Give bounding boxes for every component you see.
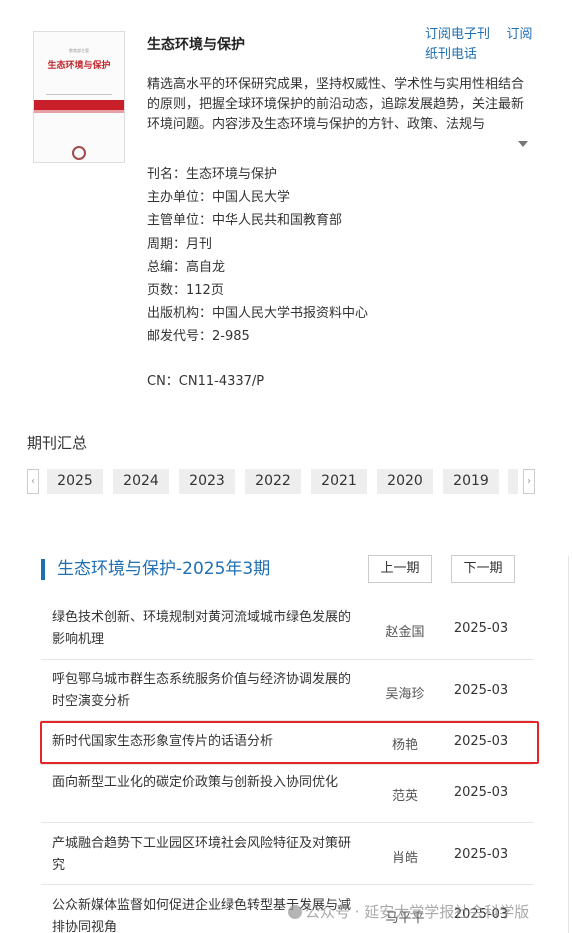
highlight-box bbox=[40, 721, 539, 764]
cover-rule bbox=[46, 94, 112, 95]
year-selector: ‹ 2025 2024 2023 2022 2021 2020 2019 › bbox=[27, 469, 537, 494]
article-date: 2025-03 bbox=[453, 683, 509, 698]
year-tab-2025[interactable]: 2025 bbox=[47, 469, 103, 494]
meta-pages: 页数：112页 bbox=[147, 283, 224, 299]
article-author: 赵金国 bbox=[385, 625, 425, 640]
article-row[interactable]: 绿色技术创新、环境规制对黄河流域城市绿色发展的影响机理 赵金国 2025-03 bbox=[41, 597, 533, 660]
meta-sponsor: 主办单位：中国人民大学 bbox=[147, 190, 291, 206]
next-issue-button[interactable]: 下一期 bbox=[451, 555, 515, 583]
cover-seal-logo bbox=[72, 146, 86, 160]
article-row[interactable]: 产城融合趋势下工业园区环境社会风险特征及对策研究 肖皓 2025-03 bbox=[41, 823, 533, 885]
watermark: 公众号 · 延安大学学报社会科学版 bbox=[288, 901, 529, 922]
year-tab-2021[interactable]: 2021 bbox=[311, 469, 367, 494]
article-title[interactable]: 产城融合趋势下工业园区环境社会风险特征及对策研究 bbox=[52, 833, 362, 877]
article-author: 肖皓 bbox=[391, 851, 418, 866]
cover-red-band bbox=[34, 100, 124, 110]
chevron-right-icon[interactable]: › bbox=[523, 469, 535, 494]
year-tab-2022[interactable]: 2022 bbox=[245, 469, 301, 494]
wechat-icon bbox=[288, 905, 302, 919]
journal-meta: 刊名：生态环境与保护 主办单位：中国人民大学 主管单位：中华人民共和国教育部 周… bbox=[147, 163, 368, 349]
meta-supervisor: 主管单位：中华人民共和国教育部 bbox=[147, 213, 343, 229]
year-tab-2020[interactable]: 2020 bbox=[377, 469, 433, 494]
chevron-left-icon[interactable]: ‹ bbox=[27, 469, 39, 494]
panel-divider bbox=[568, 556, 569, 933]
journal-description: 精选高水平的环保研究成果，坚持权威性、学术性与实用性相结合的原则，把握全球环境保… bbox=[147, 77, 525, 132]
meta-postal-code: 邮发代号：2-985 bbox=[147, 329, 250, 345]
article-row[interactable]: 面向新型工业化的碳定价政策与创新投入协同优化 范英 2025-03 bbox=[41, 765, 533, 823]
article-title[interactable]: 呼包鄂乌城市群生态系统服务价值与经济协调发展的时空演变分析 bbox=[52, 669, 362, 713]
meta-cn: CN：CN11-4337/P bbox=[147, 374, 265, 389]
meta-publisher: 出版机构：中国人民大学书报资料中心 bbox=[147, 306, 369, 322]
article-date: 2025-03 bbox=[453, 847, 509, 862]
subscribe-links: 订阅电子刊 订阅纸刊电话 bbox=[425, 25, 535, 65]
article-title[interactable]: 面向新型工业化的碳定价政策与创新投入协同优化 bbox=[52, 772, 362, 794]
article-date: 2025-03 bbox=[453, 785, 509, 800]
watermark-text: 公众号 · 延安大学学报社会科学版 bbox=[305, 903, 530, 921]
meta-period: 周期：月刊 bbox=[147, 236, 213, 252]
article-row[interactable]: 呼包鄂乌城市群生态系统服务价值与经济协调发展的时空演变分析 吴海珍 2025-0… bbox=[41, 660, 533, 721]
article-title[interactable]: 绿色技术创新、环境规制对黄河流域城市绿色发展的影响机理 bbox=[52, 607, 362, 651]
cover-title: 生态环境与保护 bbox=[47, 61, 111, 71]
summary-heading: 期刊汇总 bbox=[27, 434, 88, 452]
issue-accent-bar bbox=[41, 559, 45, 580]
year-tab-2024[interactable]: 2024 bbox=[113, 469, 169, 494]
expand-description-icon[interactable] bbox=[518, 141, 528, 147]
meta-editor: 总编：高自龙 bbox=[147, 259, 226, 275]
article-author: 吴海珍 bbox=[385, 687, 425, 702]
prev-issue-button[interactable]: 上一期 bbox=[368, 555, 432, 583]
article-author: 范英 bbox=[391, 789, 418, 804]
year-tab-2023[interactable]: 2023 bbox=[179, 469, 235, 494]
subscribe-electronic-link[interactable]: 订阅电子刊 bbox=[425, 27, 490, 42]
journal-cover-image: 教育部主管 生态环境与保护 bbox=[33, 31, 125, 163]
meta-name: 刊名：生态环境与保护 bbox=[147, 167, 278, 182]
year-tab-2019[interactable]: 2019 bbox=[443, 469, 499, 494]
issue-title: 生态环境与保护-2025年3期 bbox=[57, 559, 271, 579]
article-date: 2025-03 bbox=[453, 621, 509, 636]
cover-pink-band bbox=[34, 110, 124, 113]
cover-top-text: 教育部主管 bbox=[69, 48, 89, 53]
journal-title: 生态环境与保护 bbox=[147, 37, 245, 53]
year-tab-partial[interactable] bbox=[508, 469, 518, 494]
